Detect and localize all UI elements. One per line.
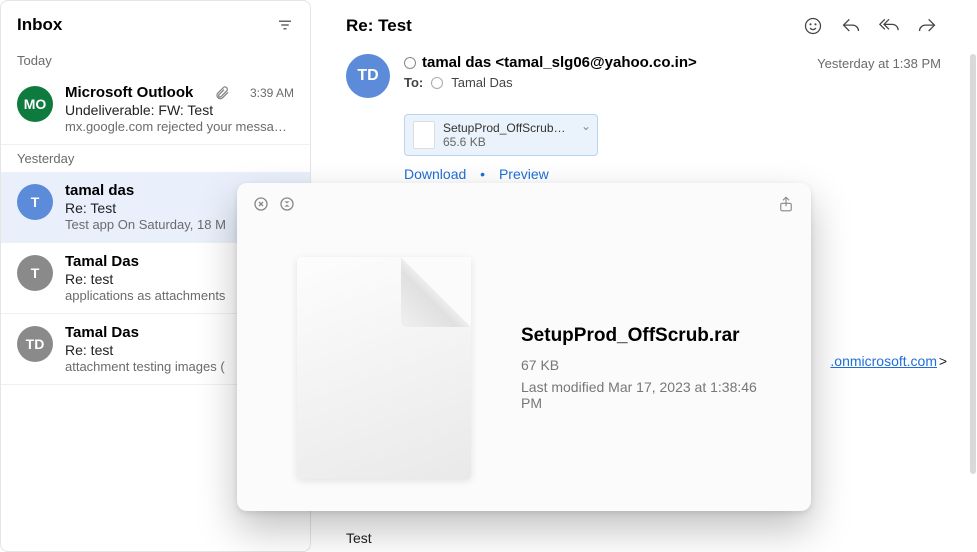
- message-subject: Undeliverable: FW: Test: [65, 102, 294, 118]
- reply-icon[interactable]: [841, 16, 861, 36]
- from-text: tamal das <tamal_slg06@yahoo.co.in>: [422, 54, 697, 71]
- group-label-yesterday: Yesterday: [1, 145, 310, 172]
- reply-all-icon[interactable]: [879, 16, 899, 36]
- quicklook-filename: SetupProd_OffScrub.rar: [521, 325, 771, 347]
- to-label: To:: [404, 75, 423, 90]
- from-line: tamal das <tamal_slg06@yahoo.co.in>: [404, 54, 803, 71]
- emoji-icon[interactable]: [803, 16, 823, 36]
- attachment-icon: [214, 85, 230, 101]
- avatar: T: [17, 184, 53, 220]
- sender-avatar: TD: [346, 54, 390, 98]
- message-time: 3:39 AM: [250, 86, 294, 100]
- forward-icon[interactable]: [917, 16, 937, 36]
- body-link-suffix: >: [939, 353, 947, 369]
- attachment-name: SetupProd_OffScrub…: [443, 121, 589, 135]
- message-row[interactable]: MO Microsoft Outlook 3:39 AM Undeliverab…: [1, 74, 310, 145]
- scrollbar-thumb[interactable]: [970, 54, 976, 474]
- avatar: MO: [17, 86, 53, 122]
- fullscreen-icon[interactable]: [279, 196, 295, 212]
- sender-name: Tamal Das: [65, 253, 139, 270]
- chevron-down-icon[interactable]: ⌄: [581, 119, 591, 133]
- attachment-chip[interactable]: SetupProd_OffScrub… 65.6 KB ⌄: [404, 114, 598, 156]
- close-icon[interactable]: [253, 196, 269, 212]
- attachment-size: 65.6 KB: [443, 135, 589, 149]
- scrollbar-track[interactable]: [969, 6, 977, 546]
- share-icon[interactable]: [777, 195, 795, 213]
- sender-name: Tamal Das: [65, 324, 139, 341]
- message-timestamp: Yesterday at 1:38 PM: [817, 54, 941, 71]
- body-link[interactable]: .onmicrosoft.com: [830, 353, 937, 369]
- message-title: Re: Test: [346, 16, 412, 36]
- quicklook-panel: SetupProd_OffScrub.rar 67 KB Last modifi…: [237, 183, 811, 511]
- separator-dot: •: [480, 166, 485, 182]
- file-preview-icon: [297, 257, 471, 479]
- sender-name: Microsoft Outlook: [65, 84, 193, 101]
- preview-link[interactable]: Preview: [499, 166, 549, 182]
- folder-title: Inbox: [17, 15, 62, 35]
- quicklook-filesize: 67 KB: [521, 357, 771, 373]
- download-link[interactable]: Download: [404, 166, 466, 182]
- presence-icon: [431, 77, 443, 89]
- file-thumb-icon: [413, 121, 435, 149]
- sender-name: tamal das: [65, 182, 134, 199]
- to-name: Tamal Das: [451, 75, 512, 90]
- avatar: T: [17, 255, 53, 291]
- presence-icon: [404, 57, 416, 69]
- group-label-today: Today: [1, 47, 310, 74]
- message-preview: mx.google.com rejected your messa…: [65, 119, 294, 134]
- avatar: TD: [17, 326, 53, 362]
- filter-icon[interactable]: [276, 16, 294, 34]
- message-body: Test: [346, 530, 372, 546]
- quicklook-modified: Last modified Mar 17, 2023 at 1:38:46 PM: [521, 379, 771, 411]
